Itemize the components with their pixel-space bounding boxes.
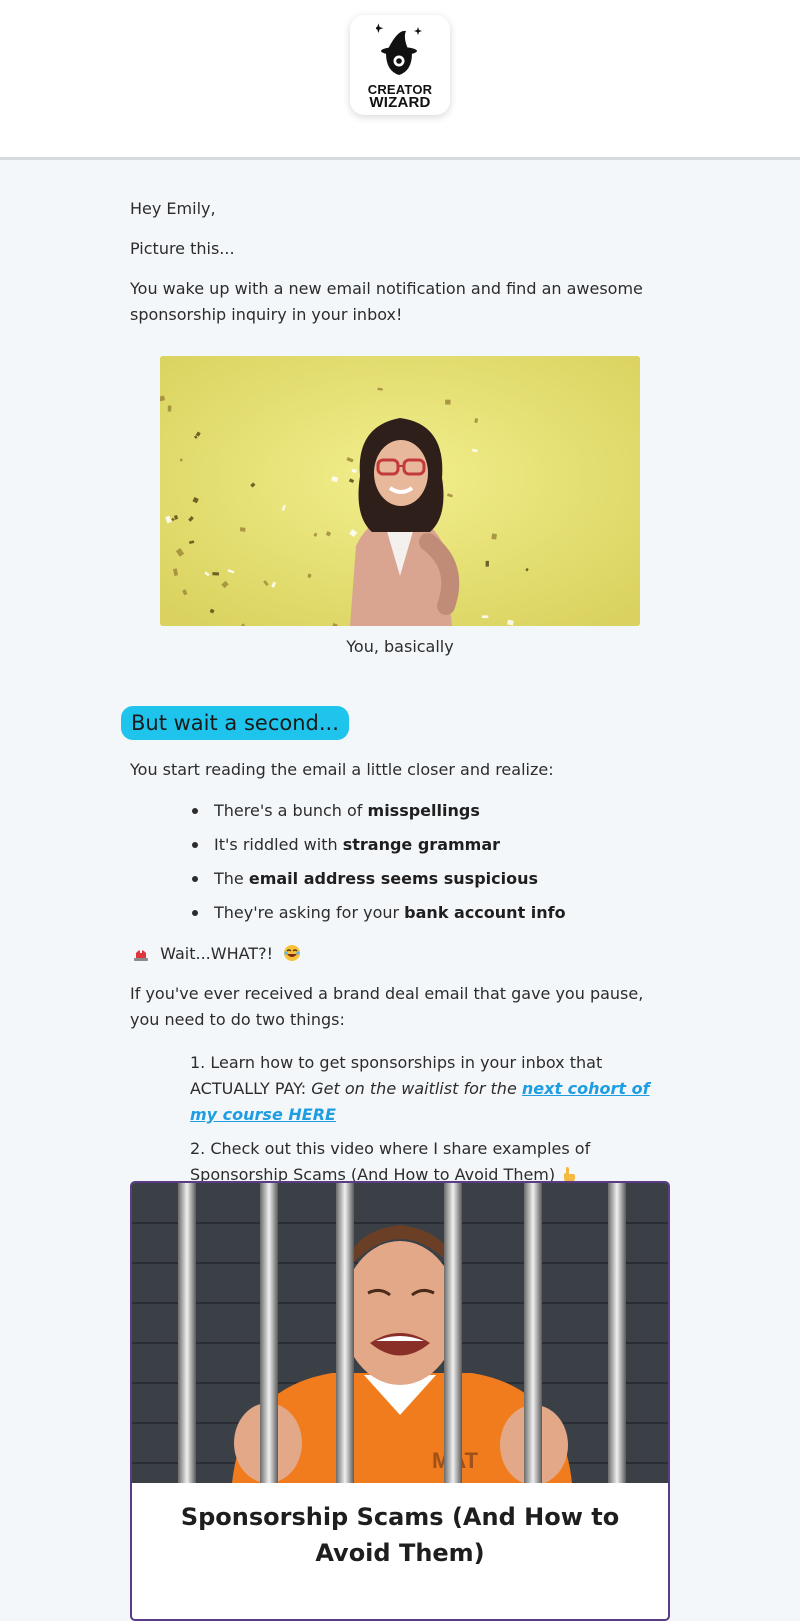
list-item: There's a bunch of misspellings [192,798,566,832]
logo-text-wizard: WIZARD [369,94,431,111]
realize-paragraph: You start reading the email a little clo… [130,760,554,779]
step-1: 1. Learn how to get sponsorships in your… [190,1050,670,1128]
intro-text: Picture this... [130,239,235,258]
wait-what-text: Wait...WHAT?! [160,944,273,963]
creator-wizard-logo[interactable]: CREATOR WIZARD [350,15,450,115]
list-item-text: The [214,869,249,888]
list-item-text: It's riddled with [214,835,343,854]
video-title[interactable]: Sponsorship Scams (And How to Avoid Them… [152,1499,648,1571]
video-card[interactable]: MAT Sponsorship Scams (And How to Avoid … [130,1181,670,1621]
action-steps-list: 1. Learn how to get sponsorships in your… [190,1050,670,1196]
list-item: It's riddled with strange grammar [192,832,566,866]
intro-paragraph: You wake up with a new email notificatio… [130,279,643,324]
list-item-bold: bank account info [404,903,566,922]
step-2-text: 2. Check out this video where I share ex… [190,1139,591,1184]
list-item: The email address seems suspicious [192,866,566,900]
warning-signs-list: There's a bunch of misspellings It's rid… [192,798,566,934]
wizard-logo-icon [376,23,422,75]
siren-icon [134,950,148,961]
two-things-paragraph: If you've ever received a brand deal ema… [130,984,644,1029]
list-item: They're asking for your bank account inf… [192,900,566,934]
list-item-bold: misspellings [367,801,480,820]
list-item-bold: email address seems suspicious [248,869,539,888]
section-heading: But wait a second... [121,706,349,740]
greeting-text: Hey Emily, [130,199,216,218]
celebration-gif [160,356,640,626]
gif-caption: You, basically [346,637,454,656]
list-item-text: There's a bunch of [214,801,368,820]
email-header: CREATOR WIZARD [0,0,800,160]
laughing-face-icon [284,945,301,961]
video-thumbnail[interactable]: MAT [132,1183,668,1485]
list-item-text: They're asking for your [214,903,405,922]
step-1-italic: Get on the waitlist for the [311,1079,522,1098]
wait-what-line: Wait...WHAT?! [132,941,301,967]
list-item-bold: strange grammar [342,835,501,854]
